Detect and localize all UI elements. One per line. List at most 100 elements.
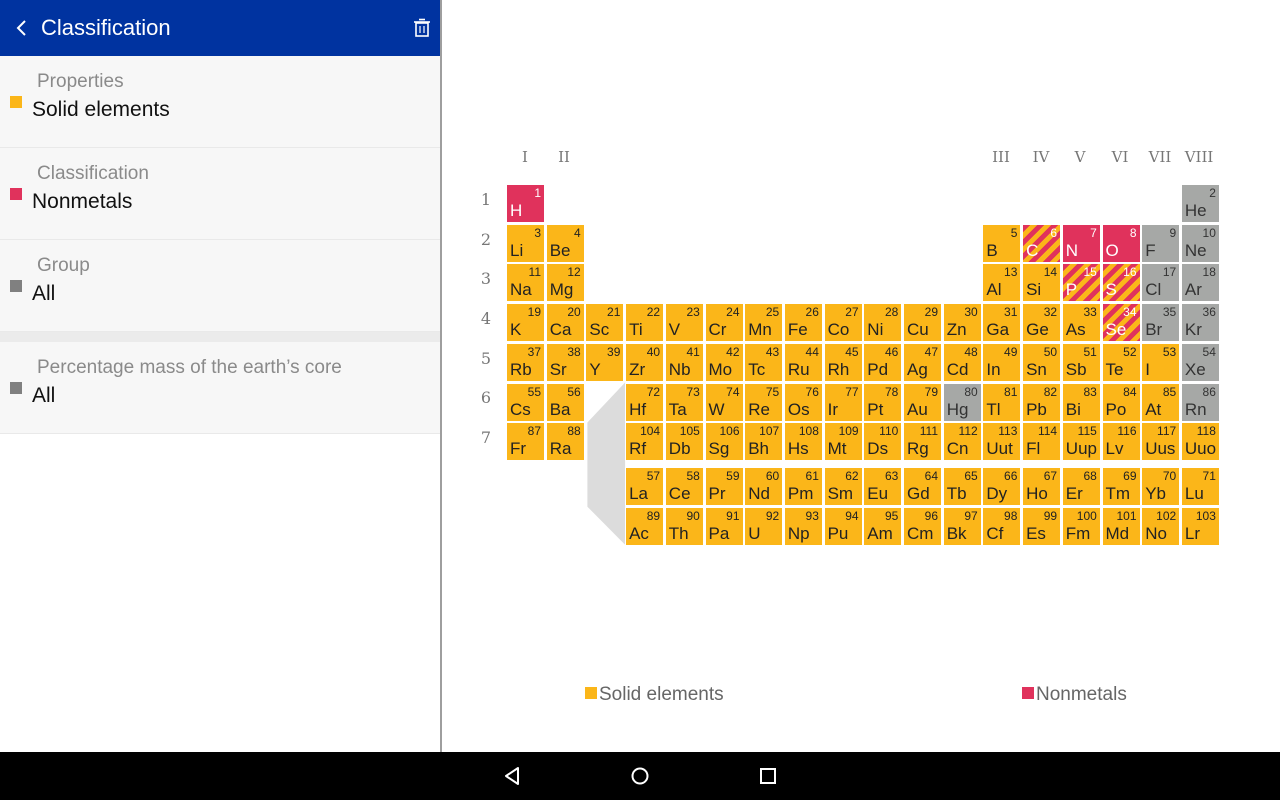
element-ce[interactable]: 58 Ce: [664, 467, 704, 506]
element-db[interactable]: 105 Db: [664, 422, 704, 462]
element-np[interactable]: 93 Np: [783, 506, 823, 546]
element-s[interactable]: 16 S: [1101, 263, 1141, 303]
element-ga[interactable]: 31 Ga: [982, 303, 1022, 343]
element-pd[interactable]: 46 Pd: [863, 342, 903, 382]
element-y[interactable]: 39 Y: [585, 342, 625, 382]
element-cl[interactable]: 17 Cl: [1141, 263, 1181, 303]
element-ho[interactable]: 67 Ho: [1022, 467, 1062, 506]
element-in[interactable]: 49 In: [982, 342, 1022, 382]
element-pr[interactable]: 59 Pr: [704, 467, 744, 506]
element-rf[interactable]: 104 Rf: [625, 422, 665, 462]
element-fl[interactable]: 114 Fl: [1022, 422, 1062, 462]
element-ba[interactable]: 56 Ba: [545, 382, 585, 422]
element-zr[interactable]: 40 Zr: [625, 342, 665, 382]
element-rn[interactable]: 86 Rn: [1180, 382, 1220, 422]
element-cs[interactable]: 55 Cs: [506, 382, 545, 422]
element-cd[interactable]: 48 Cd: [942, 342, 982, 382]
element-pu[interactable]: 94 Pu: [823, 506, 863, 546]
element-rb[interactable]: 37 Rb: [506, 342, 545, 382]
nav-recents-button[interactable]: [756, 764, 780, 788]
element-mn[interactable]: 25 Mn: [744, 303, 784, 343]
element-ac[interactable]: 89 Ac: [625, 506, 665, 546]
element-am[interactable]: 95 Am: [863, 506, 903, 546]
element-cr[interactable]: 24 Cr: [704, 303, 744, 343]
element-po[interactable]: 84 Po: [1101, 382, 1141, 422]
element-pt[interactable]: 78 Pt: [863, 382, 903, 422]
element-nd[interactable]: 60 Nd: [744, 467, 784, 506]
element-cu[interactable]: 29 Cu: [903, 303, 942, 343]
element-bi[interactable]: 83 Bi: [1061, 382, 1101, 422]
element-te[interactable]: 52 Te: [1101, 342, 1141, 382]
element-es[interactable]: 99 Es: [1022, 506, 1062, 546]
element-lu[interactable]: 71 Lu: [1180, 467, 1220, 506]
element-b[interactable]: 5B: [982, 223, 1022, 263]
element-ne[interactable]: 10 Ne: [1180, 223, 1220, 263]
element-v[interactable]: 23 V: [664, 303, 704, 343]
element-sb[interactable]: 51 Sb: [1061, 342, 1101, 382]
element-fr[interactable]: 87 Fr: [506, 422, 545, 462]
element-au[interactable]: 79 Au: [903, 382, 942, 422]
element-w[interactable]: 74 W: [704, 382, 744, 422]
filter-classification[interactable]: Classification Nonmetals: [0, 148, 440, 240]
element-mg[interactable]: 12 Mg: [545, 263, 585, 303]
filter-properties[interactable]: Properties Solid elements: [0, 56, 440, 148]
element-uuo[interactable]: 118 Uuo: [1180, 422, 1220, 462]
element-th[interactable]: 90 Th: [664, 506, 704, 546]
element-xe[interactable]: 54 Xe: [1180, 342, 1220, 382]
element-tm[interactable]: 69 Tm: [1101, 467, 1141, 506]
element-k[interactable]: 19 K: [506, 303, 545, 343]
element-la[interactable]: 57 La: [625, 467, 665, 506]
element-ca[interactable]: 20 Ca: [545, 303, 585, 343]
element-ge[interactable]: 32 Ge: [1022, 303, 1062, 343]
element-fm[interactable]: 100 Fm: [1061, 506, 1101, 546]
element-yb[interactable]: 70 Yb: [1141, 467, 1181, 506]
element-al[interactable]: 13 Al: [982, 263, 1022, 303]
element-li[interactable]: 3 Li: [506, 223, 545, 263]
element-h[interactable]: 1H: [506, 184, 545, 223]
element-pb[interactable]: 82 Pb: [1022, 382, 1062, 422]
element-ir[interactable]: 77 Ir: [823, 382, 863, 422]
element-re[interactable]: 75 Re: [744, 382, 784, 422]
element-dy[interactable]: 66 Dy: [982, 467, 1022, 506]
element-u[interactable]: 92 U: [744, 506, 784, 546]
element-sr[interactable]: 38 Sr: [545, 342, 585, 382]
element-co[interactable]: 27 Co: [823, 303, 863, 343]
nav-home-button[interactable]: [628, 764, 652, 788]
element-no[interactable]: 102 No: [1141, 506, 1181, 546]
element-f[interactable]: 9F: [1141, 223, 1181, 263]
element-hs[interactable]: 108 Hs: [783, 422, 823, 462]
element-ti[interactable]: 22 Ti: [625, 303, 665, 343]
element-lr[interactable]: 103 Lr: [1180, 506, 1220, 546]
element-os[interactable]: 76 Os: [783, 382, 823, 422]
element-sc[interactable]: 21 Sc: [585, 303, 625, 343]
element-uus[interactable]: 117 Uus: [1141, 422, 1181, 462]
element-o[interactable]: 8O: [1101, 223, 1141, 263]
element-cf[interactable]: 98 Cf: [982, 506, 1022, 546]
element-i[interactable]: 53 I: [1141, 342, 1181, 382]
element-bh[interactable]: 107 Bh: [744, 422, 784, 462]
element-ni[interactable]: 28 Ni: [863, 303, 903, 343]
element-rg[interactable]: 111 Rg: [903, 422, 942, 462]
element-rh[interactable]: 45 Rh: [823, 342, 863, 382]
element-ru[interactable]: 44 Ru: [783, 342, 823, 382]
element-si[interactable]: 14 Si: [1022, 263, 1062, 303]
element-ds[interactable]: 110 Ds: [863, 422, 903, 462]
element-eu[interactable]: 63 Eu: [863, 467, 903, 506]
element-as[interactable]: 33 As: [1061, 303, 1101, 343]
element-hg[interactable]: 80 Hg: [942, 382, 982, 422]
element-sn[interactable]: 50 Sn: [1022, 342, 1062, 382]
element-pa[interactable]: 91 Pa: [704, 506, 744, 546]
element-mo[interactable]: 42 Mo: [704, 342, 744, 382]
element-be[interactable]: 4 Be: [545, 223, 585, 263]
element-mt[interactable]: 109 Mt: [823, 422, 863, 462]
element-nb[interactable]: 41 Nb: [664, 342, 704, 382]
element-uut[interactable]: 113 Uut: [982, 422, 1022, 462]
element-tl[interactable]: 81 Tl: [982, 382, 1022, 422]
element-br[interactable]: 35 Br: [1141, 303, 1181, 343]
element-na[interactable]: 11 Na: [506, 263, 545, 303]
nav-back-button[interactable]: [500, 764, 524, 788]
element-er[interactable]: 68 Er: [1061, 467, 1101, 506]
element-fe[interactable]: 26 Fe: [783, 303, 823, 343]
element-ag[interactable]: 47 Ag: [903, 342, 942, 382]
element-gd[interactable]: 64 Gd: [903, 467, 942, 506]
